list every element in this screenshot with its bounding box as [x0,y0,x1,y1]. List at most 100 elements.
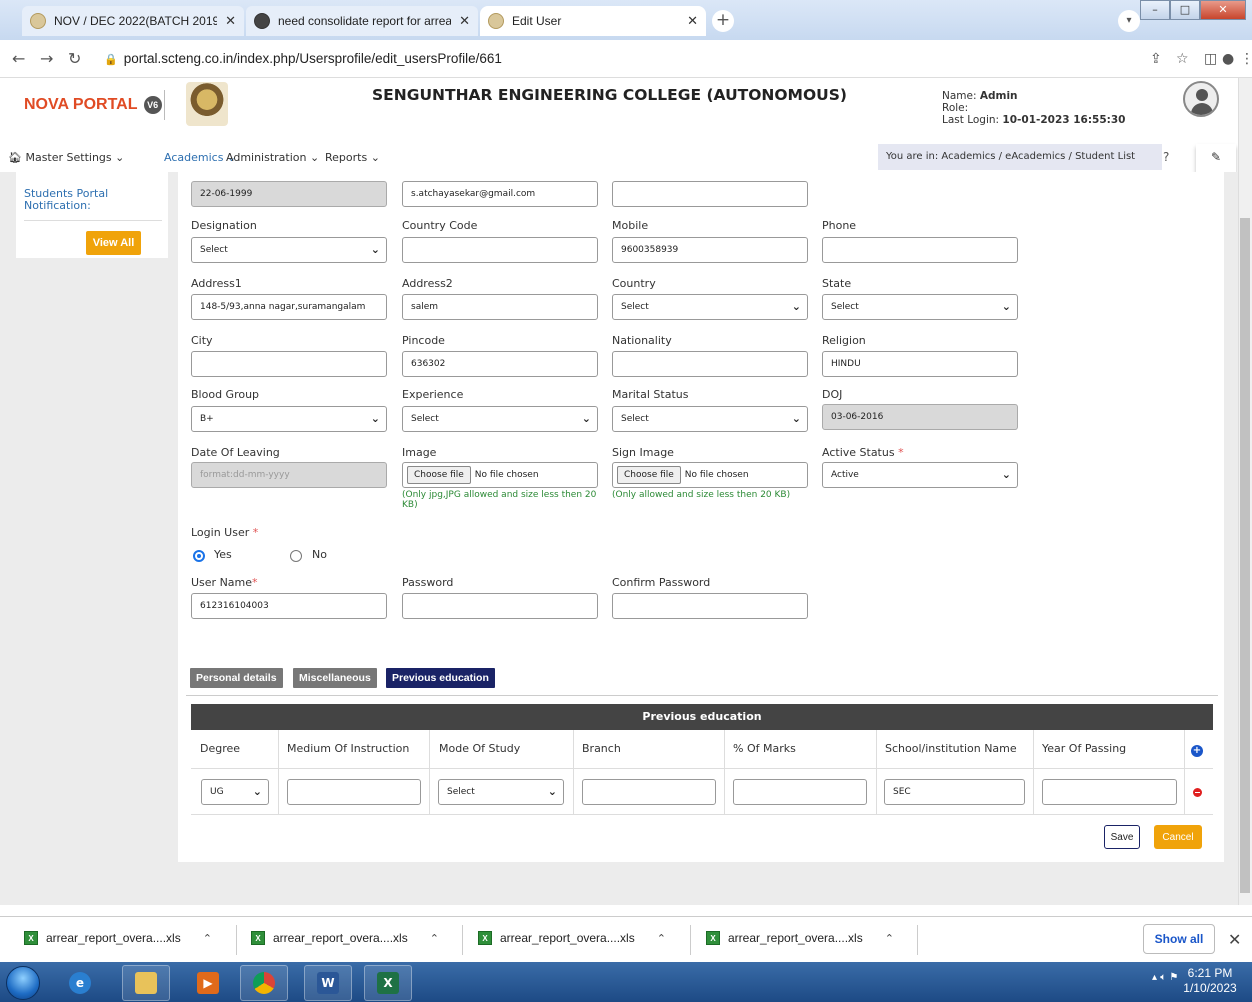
chevron-up-icon[interactable]: ⌃ [430,932,439,945]
email-field[interactable]: s.atchayasekar@gmail.com [402,181,598,207]
mobile-field[interactable]: 9600358939 [612,237,808,263]
close-tab-icon[interactable]: ✕ [459,13,470,29]
profile-icon[interactable]: ● [1222,51,1234,67]
nova-portal-logo[interactable]: NOVA PORTAL V6 [24,96,162,114]
new-tab-icon[interactable]: + [712,10,734,32]
view-all-button[interactable]: View All [86,231,141,255]
save-button[interactable]: Save [1104,825,1140,849]
confirm-password-field[interactable] [612,593,808,619]
choose-file-button[interactable]: Choose file [407,465,471,484]
close-tab-icon[interactable]: ✕ [687,13,698,29]
school-field[interactable]: SEC [884,779,1025,805]
user-name-field[interactable]: 612316104003 [191,593,387,619]
forward-icon[interactable]: → [40,49,53,68]
choose-file-button[interactable]: Choose file [617,465,681,484]
window-close-icon[interactable]: ✕ [1200,0,1246,20]
remove-row-icon[interactable] [1193,788,1202,797]
login-no-radio[interactable] [290,550,302,562]
download-item[interactable]: Xarrear_report_overa....xls ⌃ [251,931,439,945]
doj-field[interactable]: 03-06-2016 [822,404,1018,430]
marks-field[interactable] [733,779,867,805]
show-all-button[interactable]: Show all [1143,924,1215,954]
state-select[interactable]: Select ⌄ [822,294,1018,320]
extra-field[interactable] [612,181,808,207]
close-icon[interactable]: ✕ [1228,930,1241,949]
chevron-down-icon[interactable]: ▾ [1118,10,1140,32]
degree-select[interactable]: UG ⌄ [201,779,269,805]
chevron-up-icon[interactable]: ⌃ [203,932,212,945]
address1-field[interactable]: 148-5/93,anna nagar,suramangalam [191,294,387,320]
medium-field[interactable] [287,779,421,805]
excel-file-icon: X [478,931,492,945]
menu-administration[interactable]: Administration ⌄ [226,151,319,164]
star-icon[interactable]: ☆ [1176,51,1189,67]
avatar[interactable] [1183,81,1219,117]
add-row-icon[interactable]: + [1191,745,1203,757]
sidepanel-icon[interactable]: ◫ [1204,51,1217,67]
cancel-button[interactable]: Cancel [1154,825,1202,849]
download-item[interactable]: Xarrear_report_overa....xls ⌃ [478,931,666,945]
taskbar-ie[interactable]: e [56,965,104,1001]
image-file-input[interactable]: Choose file No file chosen [402,462,598,488]
chevron-up-icon[interactable]: ⌃ [657,932,666,945]
taskbar-word[interactable]: W [304,965,352,1001]
start-button[interactable] [6,966,40,1000]
browser-tab-bar: NOV / DEC 2022(BATCH 2019 TO ✕ need cons… [0,0,1252,40]
browser-tab-active[interactable]: Edit User ✕ [480,6,706,36]
reload-icon[interactable]: ↻ [68,49,81,68]
phone-field[interactable] [822,237,1018,263]
minimize-icon[interactable]: – [1140,0,1170,20]
password-field[interactable] [402,593,598,619]
dob-field[interactable]: 22-06-1999 [191,181,387,207]
share-icon[interactable]: ⇪ [1150,51,1162,67]
taskbar-media[interactable]: ▶ [184,965,232,1001]
tab-previous-education[interactable]: Previous education [386,668,495,688]
experience-select[interactable]: Select ⌄ [402,406,598,432]
city-field[interactable] [191,351,387,377]
nationality-field[interactable] [612,351,808,377]
chevron-down-icon: ⌄ [581,412,591,425]
notification-title[interactable]: Students Portal Notification: [24,188,144,212]
sign-image-file-input[interactable]: Choose file No file chosen [612,462,808,488]
marital-status-select[interactable]: Select ⌄ [612,406,808,432]
login-yes-radio[interactable] [193,550,205,562]
menu-master-settings[interactable]: 🏠︎ Master Settings ⌄ [8,151,124,164]
menu-reports[interactable]: Reports ⌄ [325,151,380,164]
divider [24,220,162,221]
download-item[interactable]: Xarrear_report_overa....xls ⌃ [706,931,894,945]
download-item[interactable]: Xarrear_report_overa....xls ⌃ [24,931,212,945]
maximize-icon[interactable]: □ [1170,0,1200,20]
year-of-passing-field[interactable] [1042,779,1177,805]
edit-pencil-icon[interactable]: ✎ [1196,144,1236,172]
designation-select[interactable]: Select ⌄ [191,237,387,263]
close-tab-icon[interactable]: ✕ [225,13,236,29]
college-favicon-icon [488,13,504,29]
pincode-field[interactable]: 636302 [402,351,598,377]
country-select[interactable]: Select ⌄ [612,294,808,320]
branch-field[interactable] [582,779,716,805]
volume-icon[interactable]: 🔈︎ [1160,972,1166,983]
date-of-leaving-field[interactable]: format:dd-mm-yyyy [191,462,387,488]
tab-miscellaneous[interactable]: Miscellaneous [293,668,377,688]
active-status-select[interactable]: Active ⌄ [822,462,1018,488]
address2-field[interactable]: salem [402,294,598,320]
browser-tab[interactable]: need consolidate report for arrea ✕ [246,6,478,36]
url-field[interactable]: 🔒 portal.scteng.co.in/index.php/Usersprof… [104,47,1104,71]
chevron-up-icon[interactable]: ⌃ [885,932,894,945]
browser-tab[interactable]: NOV / DEC 2022(BATCH 2019 TO ✕ [22,6,244,36]
more-menu-icon[interactable]: ⋮ [1240,51,1252,67]
menu-label: Master Settings [25,151,112,164]
blood-group-select[interactable]: B+ ⌄ [191,406,387,432]
clock[interactable]: 6:21 PM 1/10/2023 [1172,966,1248,996]
religion-field[interactable]: HINDU [822,351,1018,377]
taskbar-chrome[interactable] [240,965,288,1001]
taskbar-excel[interactable]: X [364,965,412,1001]
excel-file-icon: X [706,931,720,945]
mode-of-study-select[interactable]: Select ⌄ [438,779,564,805]
country-code-field[interactable] [402,237,598,263]
scrollbar-thumb[interactable] [1240,218,1250,893]
tab-personal-details[interactable]: Personal details [190,668,283,688]
help-icon[interactable]: ? [1163,150,1169,164]
back-icon[interactable]: ← [12,49,25,68]
taskbar-explorer[interactable] [122,965,170,1001]
